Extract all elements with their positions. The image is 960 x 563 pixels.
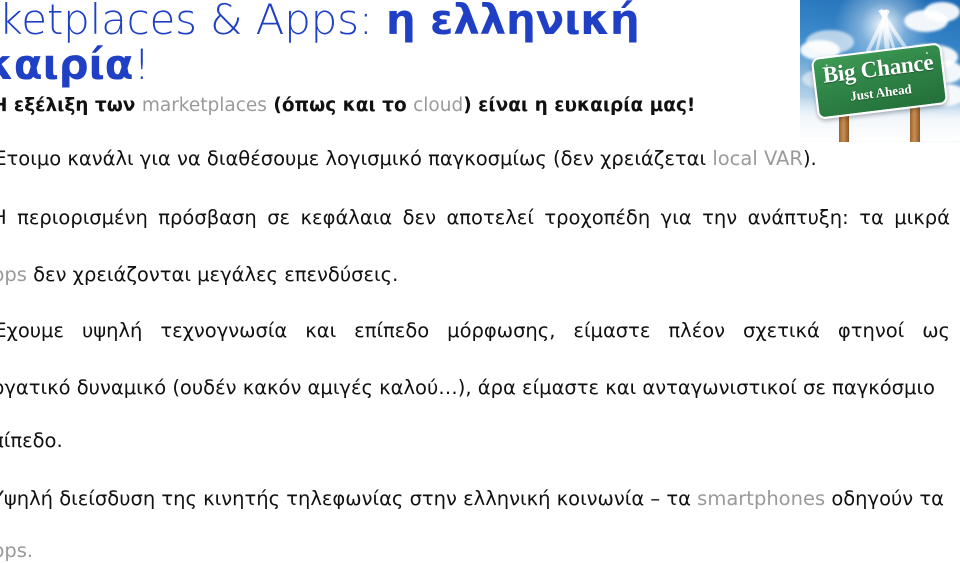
title-line-2-greek: υκαιρία [0,39,134,89]
title-line-1-greek: η ελληνική [385,0,640,44]
bullet-4-line-1-run-0: Έχουμε υψηλή τεχνογνωσία και επίπεδο μόρ… [0,319,950,342]
bullet-4-line-1: Έχουμε υψηλή τεχνογνωσία και επίπεδο μόρ… [0,318,950,344]
bullet-3-line-2: pps δεν χρειάζονται μεγάλες επενδύσεις. [0,262,952,288]
bullet-5-line-2-run-0: pps. [0,539,34,562]
bullet-2-run-2: ). [802,147,817,170]
cloud-shape [924,2,960,22]
slide-canvas: arketplaces & Apps: η ελληνική υκαιρία! … [0,0,960,563]
bullet-3-line-2-run-0: pps [0,263,27,286]
bullet-1-run-1: marketplaces [141,95,267,116]
bullet-1-run-3: cloud [413,95,464,116]
bullet-3-line-1: Η περιορισμένη πρόσβαση σε κεφάλαια δεν … [0,205,950,231]
title-line-1-latin: arketplaces & Apps: [0,0,373,44]
bullet-4-line-3: πίπεδο. [0,428,952,454]
bullet-1: Η εξέλιξη των marketplaces (όπως και το … [0,93,952,119]
bullet-4-line-2-run-0: ργατικό δυναμικό (ουδέν κακόν αμιγές καλ… [0,376,935,399]
bullet-5-line-1-run-1: smartphones [697,487,826,510]
bullet-3-line-2-run-1: δεν χρειάζονται μεγάλες επενδύσεις. [26,263,399,286]
bullet-2-run-1: local VAR [712,147,803,170]
bullet-2-run-0: Έτοιμο κανάλι για να διαθέσουμε λογισμικ… [0,147,713,170]
bullet-2: Έτοιμο κανάλι για να διαθέσουμε λογισμικ… [0,146,952,172]
bullet-5-line-2: pps. [0,538,952,563]
bullet-4-line-3-run-0: πίπεδο. [0,429,63,452]
bullet-3-line-1-run-0: Η περιορισμένη πρόσβαση σε κεφάλαια δεν … [0,206,950,229]
title-line-2: υκαιρία! [0,39,656,89]
slide-title: arketplaces & Apps: η ελληνική υκαιρία! [0,0,656,87]
bullet-1-run-4: ) είναι η ευκαιρία μας! [463,95,696,116]
bullet-5-line-1-run-2: οδηγούν τα [825,487,944,510]
bullet-5-line-1-run-0: Υψηλή διείσδυση της κινητής τηλεφωνίας σ… [0,487,698,510]
bullet-5-line-1: Υψηλή διείσδυση της κινητής τηλεφωνίας σ… [0,486,952,512]
bullet-1-run-2: (όπως και το [266,95,414,116]
bullet-1-run-0: Η εξέλιξη των [0,95,142,116]
bullet-4-line-2: ργατικό δυναμικό (ουδέν κακόν αμιγές καλ… [0,375,952,401]
title-line-2-exclaim: ! [133,39,150,89]
big-chance-road-sign-photo: Big Chance Just Ahead [800,0,960,142]
title-line-1: arketplaces & Apps: η ελληνική [0,0,656,43]
